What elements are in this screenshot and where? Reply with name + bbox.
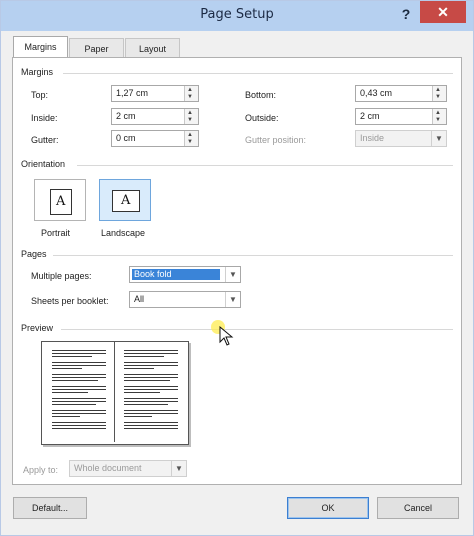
spin-arrows-icon[interactable]: ▲ ▼ bbox=[184, 131, 198, 146]
apply-to-value: Whole document bbox=[74, 463, 142, 473]
spin-arrows-icon[interactable]: ▲ ▼ bbox=[432, 86, 446, 101]
multiple-pages-value: Book fold bbox=[134, 269, 172, 279]
chevron-down-icon: ▼ bbox=[431, 131, 446, 146]
section-divider bbox=[77, 165, 453, 166]
page-setup-dialog: Page Setup ? ✕ Margins Paper Layout Marg… bbox=[0, 0, 474, 536]
preview-heading: Preview bbox=[21, 323, 54, 333]
ok-button[interactable]: OK bbox=[287, 497, 369, 519]
section-divider bbox=[61, 329, 453, 330]
apply-to-select[interactable]: Whole document ▼ bbox=[69, 460, 187, 477]
chevron-down-icon: ▼ bbox=[171, 461, 186, 476]
top-margin-stepper[interactable]: 1,27 cm ▲ ▼ bbox=[111, 85, 199, 102]
chevron-down-icon[interactable]: ▼ bbox=[225, 267, 240, 282]
cancel-button[interactable]: Cancel bbox=[377, 497, 459, 519]
tab-paper[interactable]: Paper bbox=[69, 38, 124, 58]
portrait-option[interactable]: A bbox=[34, 179, 86, 221]
tab-layout[interactable]: Layout bbox=[125, 38, 180, 58]
sheets-per-booklet-select[interactable]: All ▼ bbox=[129, 291, 241, 308]
orientation-heading: Orientation bbox=[21, 159, 66, 169]
outside-margin-value: 2 cm bbox=[360, 111, 380, 121]
bottom-margin-label: Bottom: bbox=[245, 90, 277, 100]
outside-margin-stepper[interactable]: 2 cm ▲ ▼ bbox=[355, 108, 447, 125]
multiple-pages-label: Multiple pages: bbox=[31, 271, 92, 281]
inside-margin-label: Inside: bbox=[31, 113, 58, 123]
pages-heading: Pages bbox=[21, 249, 47, 259]
preview-left-page bbox=[42, 342, 114, 442]
sheets-per-booklet-label: Sheets per booklet: bbox=[31, 296, 109, 306]
landscape-page-icon: A bbox=[112, 190, 140, 212]
portrait-glyph: A bbox=[56, 194, 66, 209]
gutter-position-label: Gutter position: bbox=[245, 135, 307, 145]
gutter-position-value: Inside bbox=[360, 133, 385, 143]
gutter-stepper[interactable]: 0 cm ▲ ▼ bbox=[111, 130, 199, 147]
spin-arrows-icon[interactable]: ▲ ▼ bbox=[184, 86, 198, 101]
default-button[interactable]: Default... bbox=[13, 497, 87, 519]
sheets-per-booklet-value: All bbox=[134, 294, 145, 304]
apply-to-label: Apply to: bbox=[23, 465, 59, 475]
top-margin-value: 1,27 cm bbox=[116, 88, 149, 98]
gutter-label: Gutter: bbox=[31, 135, 59, 145]
preview-right-page bbox=[116, 342, 188, 442]
outside-margin-label: Outside: bbox=[245, 113, 279, 123]
spin-arrows-icon[interactable]: ▲ ▼ bbox=[432, 109, 446, 124]
margins-heading: Margins bbox=[21, 67, 54, 77]
preview-fold-line bbox=[114, 342, 115, 442]
landscape-label: Landscape bbox=[101, 228, 146, 238]
bottom-margin-value: 0,43 cm bbox=[360, 88, 393, 98]
landscape-option[interactable]: A bbox=[99, 179, 151, 221]
title-bar[interactable]: Page Setup ? ✕ bbox=[1, 1, 473, 31]
multiple-pages-select[interactable]: Book fold ▼ bbox=[129, 266, 241, 283]
booklet-preview bbox=[41, 341, 189, 445]
inside-margin-value: 2 cm bbox=[116, 111, 136, 121]
tab-margins[interactable]: Margins bbox=[13, 36, 68, 58]
spin-arrows-icon[interactable]: ▲ ▼ bbox=[184, 109, 198, 124]
chevron-down-icon[interactable]: ▼ bbox=[225, 292, 240, 307]
selected-option-highlight: Book fold bbox=[132, 269, 220, 280]
portrait-label: Portrait bbox=[41, 228, 71, 238]
mouse-pointer-icon bbox=[219, 326, 234, 346]
gutter-value: 0 cm bbox=[116, 133, 136, 143]
inside-margin-stepper[interactable]: 2 cm ▲ ▼ bbox=[111, 108, 199, 125]
close-icon[interactable]: ✕ bbox=[420, 1, 466, 23]
top-margin-label: Top: bbox=[31, 90, 49, 100]
section-divider bbox=[53, 255, 453, 256]
landscape-glyph: A bbox=[121, 193, 131, 208]
help-icon[interactable]: ? bbox=[396, 3, 416, 25]
gutter-position-select[interactable]: Inside ▼ bbox=[355, 130, 447, 147]
portrait-page-icon: A bbox=[50, 189, 72, 215]
section-divider bbox=[63, 73, 453, 74]
bottom-margin-stepper[interactable]: 0,43 cm ▲ ▼ bbox=[355, 85, 447, 102]
